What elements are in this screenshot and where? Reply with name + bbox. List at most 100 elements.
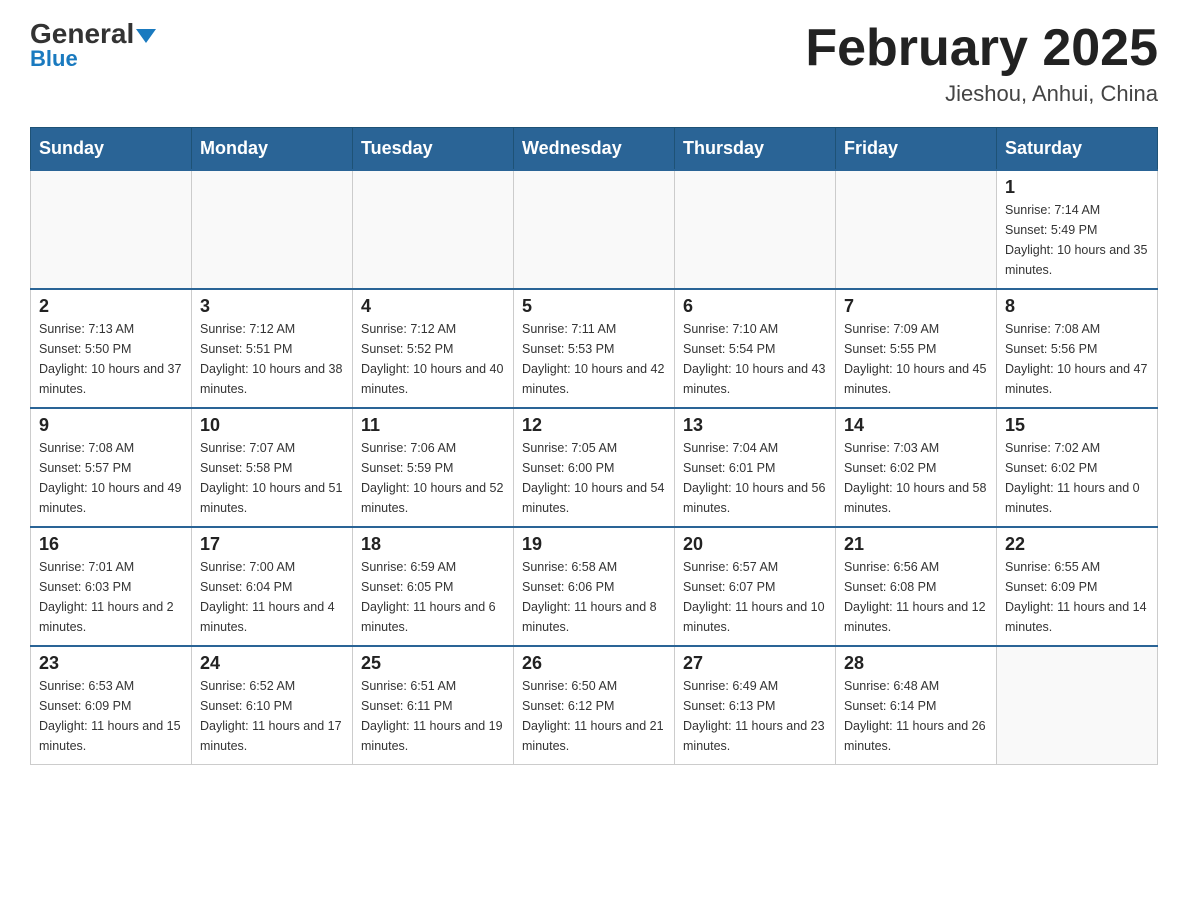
day-number: 11 [361,415,505,436]
calendar-day-cell [192,170,353,289]
calendar-day-cell: 21Sunrise: 6:56 AMSunset: 6:08 PMDayligh… [836,527,997,646]
sun-info: Sunrise: 6:50 AMSunset: 6:12 PMDaylight:… [522,676,666,756]
day-number: 16 [39,534,183,555]
logo-general-text: General [30,20,156,48]
col-monday: Monday [192,128,353,171]
calendar-day-cell: 5Sunrise: 7:11 AMSunset: 5:53 PMDaylight… [514,289,675,408]
sun-info: Sunrise: 7:11 AMSunset: 5:53 PMDaylight:… [522,319,666,399]
calendar-day-cell: 20Sunrise: 6:57 AMSunset: 6:07 PMDayligh… [675,527,836,646]
sun-info: Sunrise: 7:13 AMSunset: 5:50 PMDaylight:… [39,319,183,399]
sun-info: Sunrise: 6:51 AMSunset: 6:11 PMDaylight:… [361,676,505,756]
sun-info: Sunrise: 7:01 AMSunset: 6:03 PMDaylight:… [39,557,183,637]
calendar-day-cell [353,170,514,289]
sun-info: Sunrise: 7:12 AMSunset: 5:52 PMDaylight:… [361,319,505,399]
day-number: 24 [200,653,344,674]
calendar-day-cell: 18Sunrise: 6:59 AMSunset: 6:05 PMDayligh… [353,527,514,646]
calendar-day-cell: 25Sunrise: 6:51 AMSunset: 6:11 PMDayligh… [353,646,514,765]
calendar-day-cell [836,170,997,289]
calendar-day-cell: 14Sunrise: 7:03 AMSunset: 6:02 PMDayligh… [836,408,997,527]
calendar-day-cell: 13Sunrise: 7:04 AMSunset: 6:01 PMDayligh… [675,408,836,527]
calendar-day-cell: 17Sunrise: 7:00 AMSunset: 6:04 PMDayligh… [192,527,353,646]
calendar-day-cell: 24Sunrise: 6:52 AMSunset: 6:10 PMDayligh… [192,646,353,765]
day-number: 13 [683,415,827,436]
day-number: 20 [683,534,827,555]
sun-info: Sunrise: 6:58 AMSunset: 6:06 PMDaylight:… [522,557,666,637]
calendar-day-cell: 2Sunrise: 7:13 AMSunset: 5:50 PMDaylight… [31,289,192,408]
location-label: Jieshou, Anhui, China [805,81,1158,107]
calendar-day-cell: 8Sunrise: 7:08 AMSunset: 5:56 PMDaylight… [997,289,1158,408]
calendar-day-cell: 16Sunrise: 7:01 AMSunset: 6:03 PMDayligh… [31,527,192,646]
day-number: 27 [683,653,827,674]
day-number: 10 [200,415,344,436]
sun-info: Sunrise: 6:56 AMSunset: 6:08 PMDaylight:… [844,557,988,637]
day-number: 9 [39,415,183,436]
day-number: 4 [361,296,505,317]
calendar-day-cell: 27Sunrise: 6:49 AMSunset: 6:13 PMDayligh… [675,646,836,765]
sun-info: Sunrise: 6:48 AMSunset: 6:14 PMDaylight:… [844,676,988,756]
calendar-day-cell: 9Sunrise: 7:08 AMSunset: 5:57 PMDaylight… [31,408,192,527]
sun-info: Sunrise: 7:05 AMSunset: 6:00 PMDaylight:… [522,438,666,518]
sun-info: Sunrise: 7:00 AMSunset: 6:04 PMDaylight:… [200,557,344,637]
day-number: 17 [200,534,344,555]
sun-info: Sunrise: 6:53 AMSunset: 6:09 PMDaylight:… [39,676,183,756]
day-number: 22 [1005,534,1149,555]
calendar-header-row: Sunday Monday Tuesday Wednesday Thursday… [31,128,1158,171]
day-number: 1 [1005,177,1149,198]
day-number: 23 [39,653,183,674]
day-number: 18 [361,534,505,555]
col-sunday: Sunday [31,128,192,171]
day-number: 25 [361,653,505,674]
sun-info: Sunrise: 6:59 AMSunset: 6:05 PMDaylight:… [361,557,505,637]
calendar-day-cell: 4Sunrise: 7:12 AMSunset: 5:52 PMDaylight… [353,289,514,408]
calendar-day-cell: 15Sunrise: 7:02 AMSunset: 6:02 PMDayligh… [997,408,1158,527]
calendar-week-row: 2Sunrise: 7:13 AMSunset: 5:50 PMDaylight… [31,289,1158,408]
calendar-week-row: 1Sunrise: 7:14 AMSunset: 5:49 PMDaylight… [31,170,1158,289]
sun-info: Sunrise: 7:08 AMSunset: 5:57 PMDaylight:… [39,438,183,518]
title-block: February 2025 Jieshou, Anhui, China [805,20,1158,107]
day-number: 21 [844,534,988,555]
calendar-day-cell [31,170,192,289]
month-title: February 2025 [805,20,1158,77]
calendar-week-row: 16Sunrise: 7:01 AMSunset: 6:03 PMDayligh… [31,527,1158,646]
calendar-week-row: 23Sunrise: 6:53 AMSunset: 6:09 PMDayligh… [31,646,1158,765]
sun-info: Sunrise: 7:06 AMSunset: 5:59 PMDaylight:… [361,438,505,518]
day-number: 5 [522,296,666,317]
col-wednesday: Wednesday [514,128,675,171]
calendar-day-cell [675,170,836,289]
day-number: 7 [844,296,988,317]
page-header: General Blue February 2025 Jieshou, Anhu… [30,20,1158,107]
col-thursday: Thursday [675,128,836,171]
calendar-day-cell: 23Sunrise: 6:53 AMSunset: 6:09 PMDayligh… [31,646,192,765]
day-number: 8 [1005,296,1149,317]
sun-info: Sunrise: 7:03 AMSunset: 6:02 PMDaylight:… [844,438,988,518]
sun-info: Sunrise: 7:10 AMSunset: 5:54 PMDaylight:… [683,319,827,399]
day-number: 26 [522,653,666,674]
logo-blue-text: Blue [30,46,78,72]
sun-info: Sunrise: 7:12 AMSunset: 5:51 PMDaylight:… [200,319,344,399]
day-number: 2 [39,296,183,317]
sun-info: Sunrise: 7:04 AMSunset: 6:01 PMDaylight:… [683,438,827,518]
day-number: 15 [1005,415,1149,436]
sun-info: Sunrise: 6:49 AMSunset: 6:13 PMDaylight:… [683,676,827,756]
sun-info: Sunrise: 6:55 AMSunset: 6:09 PMDaylight:… [1005,557,1149,637]
calendar-day-cell [997,646,1158,765]
calendar-day-cell: 10Sunrise: 7:07 AMSunset: 5:58 PMDayligh… [192,408,353,527]
calendar-day-cell: 19Sunrise: 6:58 AMSunset: 6:06 PMDayligh… [514,527,675,646]
calendar-week-row: 9Sunrise: 7:08 AMSunset: 5:57 PMDaylight… [31,408,1158,527]
day-number: 3 [200,296,344,317]
calendar-day-cell: 28Sunrise: 6:48 AMSunset: 6:14 PMDayligh… [836,646,997,765]
day-number: 6 [683,296,827,317]
sun-info: Sunrise: 7:08 AMSunset: 5:56 PMDaylight:… [1005,319,1149,399]
logo: General Blue [30,20,156,72]
day-number: 14 [844,415,988,436]
sun-info: Sunrise: 7:07 AMSunset: 5:58 PMDaylight:… [200,438,344,518]
calendar-day-cell: 1Sunrise: 7:14 AMSunset: 5:49 PMDaylight… [997,170,1158,289]
calendar-day-cell: 7Sunrise: 7:09 AMSunset: 5:55 PMDaylight… [836,289,997,408]
calendar-day-cell: 26Sunrise: 6:50 AMSunset: 6:12 PMDayligh… [514,646,675,765]
sun-info: Sunrise: 7:02 AMSunset: 6:02 PMDaylight:… [1005,438,1149,518]
calendar-day-cell: 22Sunrise: 6:55 AMSunset: 6:09 PMDayligh… [997,527,1158,646]
col-tuesday: Tuesday [353,128,514,171]
sun-info: Sunrise: 7:14 AMSunset: 5:49 PMDaylight:… [1005,200,1149,280]
calendar-day-cell [514,170,675,289]
col-friday: Friday [836,128,997,171]
